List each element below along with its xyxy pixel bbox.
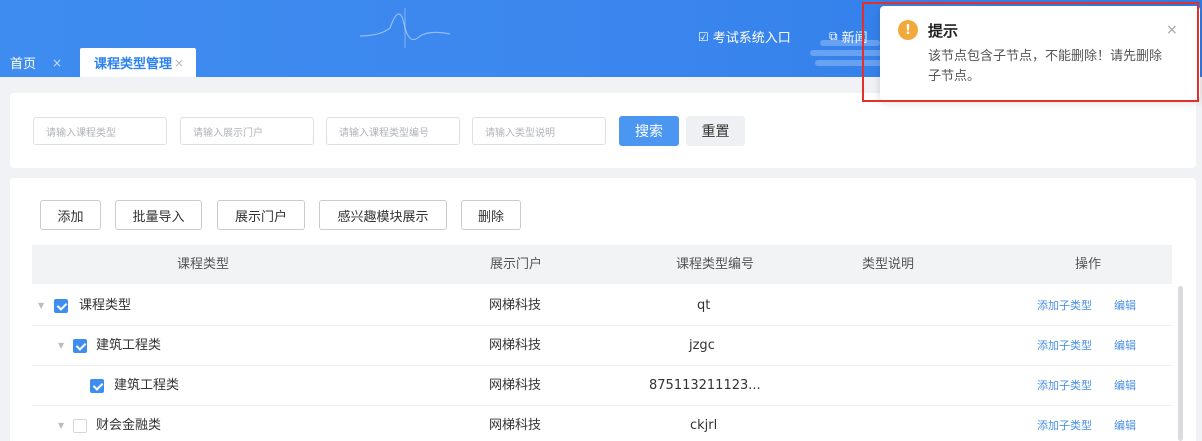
column-header-course-type: 课程类型: [177, 257, 230, 272]
row-checkbox[interactable]: [54, 299, 68, 313]
course-type-cell: 财会金融类: [96, 418, 162, 433]
course-type-input[interactable]: 请输入课程类型: [33, 117, 167, 145]
tab-course-type-close-icon[interactable]: ×: [174, 56, 184, 70]
column-header-code: 课程类型编号: [676, 257, 755, 272]
table-panel: 添加 批量导入 展示门户 感兴趣模块展示 删除 课程类型 展示门户 课程类型编号…: [10, 178, 1196, 441]
search-button[interactable]: 搜索: [619, 116, 679, 146]
add-child-type-link[interactable]: 添加子类型: [1037, 366, 1092, 406]
portal-cell: 网梯科技: [489, 338, 542, 353]
expand-arrow-icon[interactable]: ▼: [58, 326, 64, 366]
news-label: 新闻: [841, 31, 868, 46]
window-icon: ⧉: [829, 29, 838, 43]
course-type-cell: 课程类型: [79, 298, 132, 313]
warning-icon: !: [898, 20, 918, 40]
tab-course-type-label: 课程类型管理: [94, 57, 173, 72]
table-row: 建筑工程类 网梯科技 875113211123... 添加子类型 编辑: [32, 366, 1172, 406]
edit-icon: ☑: [698, 29, 709, 44]
table-row: ▼ 财会金融类 网梯科技 ckjrl 添加子类型 编辑: [32, 406, 1172, 441]
edit-link[interactable]: 编辑: [1114, 366, 1136, 406]
table-header: 课程类型 展示门户 课程类型编号 类型说明 操作: [32, 245, 1172, 284]
close-icon[interactable]: ×: [1166, 22, 1178, 38]
row-checkbox[interactable]: [90, 379, 104, 393]
portal-cell: 网梯科技: [489, 378, 542, 393]
exam-system-entry-label: 考试系统入口: [712, 31, 791, 46]
row-checkbox[interactable]: [73, 339, 87, 353]
tab-course-type-management[interactable]: 课程类型管理 ×: [80, 48, 196, 77]
edit-link[interactable]: 编辑: [1114, 286, 1136, 326]
type-description-input[interactable]: 请输入类型说明: [472, 117, 606, 145]
code-cell: jzgc: [689, 338, 715, 353]
warning-notification: ! 提示 该节点包含子节点，不能删除！请先删除子节点。 ×: [880, 6, 1200, 100]
edit-link[interactable]: 编辑: [1114, 326, 1136, 366]
tab-home-label: 首页: [10, 57, 37, 72]
portal-input[interactable]: 请输入展示门户: [180, 117, 314, 145]
add-child-type-link[interactable]: 添加子类型: [1037, 326, 1092, 366]
batch-import-button[interactable]: 批量导入: [115, 200, 202, 230]
add-child-type-link[interactable]: 添加子类型: [1037, 286, 1092, 326]
row-checkbox[interactable]: [73, 419, 87, 433]
interest-module-display-button[interactable]: 感兴趣模块展示: [319, 200, 447, 230]
add-button[interactable]: 添加: [40, 200, 101, 230]
code-cell: 875113211123...: [649, 378, 761, 393]
table-scrollbar[interactable]: [1178, 286, 1183, 441]
notification-title: 提示: [928, 22, 959, 40]
code-cell: ckjrl: [690, 418, 718, 433]
header-wave-decoration: [360, 8, 450, 48]
reset-button[interactable]: 重置: [686, 116, 745, 146]
expand-arrow-icon[interactable]: ▼: [38, 286, 44, 326]
table-row: ▼ 课程类型 网梯科技 qt 添加子类型 编辑: [32, 286, 1172, 326]
expand-arrow-icon[interactable]: ▼: [58, 406, 64, 441]
search-panel: 请输入课程类型 请输入展示门户 请输入课程类型编号 请输入类型说明 搜索 重置: [10, 93, 1196, 168]
column-header-portal: 展示门户: [490, 257, 543, 272]
portal-cell: 网梯科技: [489, 298, 542, 313]
course-type-code-input[interactable]: 请输入课程类型编号: [326, 117, 460, 145]
code-cell: qt: [697, 298, 711, 313]
notification-message: 该节点包含子节点，不能删除！请先删除子节点。: [928, 49, 1163, 84]
table-row: ▼ 建筑工程类 网梯科技 jzgc 添加子类型 编辑: [32, 326, 1172, 366]
news-link[interactable]: ⧉ 新闻: [829, 27, 868, 46]
add-child-type-link[interactable]: 添加子类型: [1037, 406, 1092, 441]
column-header-actions: 操作: [1075, 257, 1102, 272]
exam-system-entry-link[interactable]: ☑ 考试系统入口: [698, 27, 791, 47]
tab-home[interactable]: 首页 ×: [0, 48, 72, 77]
edit-link[interactable]: 编辑: [1114, 406, 1136, 441]
tab-home-close-icon[interactable]: ×: [52, 56, 62, 70]
portal-cell: 网梯科技: [489, 418, 542, 433]
display-portal-button[interactable]: 展示门户: [217, 200, 305, 230]
course-type-cell: 建筑工程类: [96, 338, 162, 353]
column-header-description: 类型说明: [862, 257, 915, 272]
delete-button[interactable]: 删除: [461, 200, 521, 230]
course-type-cell: 建筑工程类: [114, 378, 180, 393]
